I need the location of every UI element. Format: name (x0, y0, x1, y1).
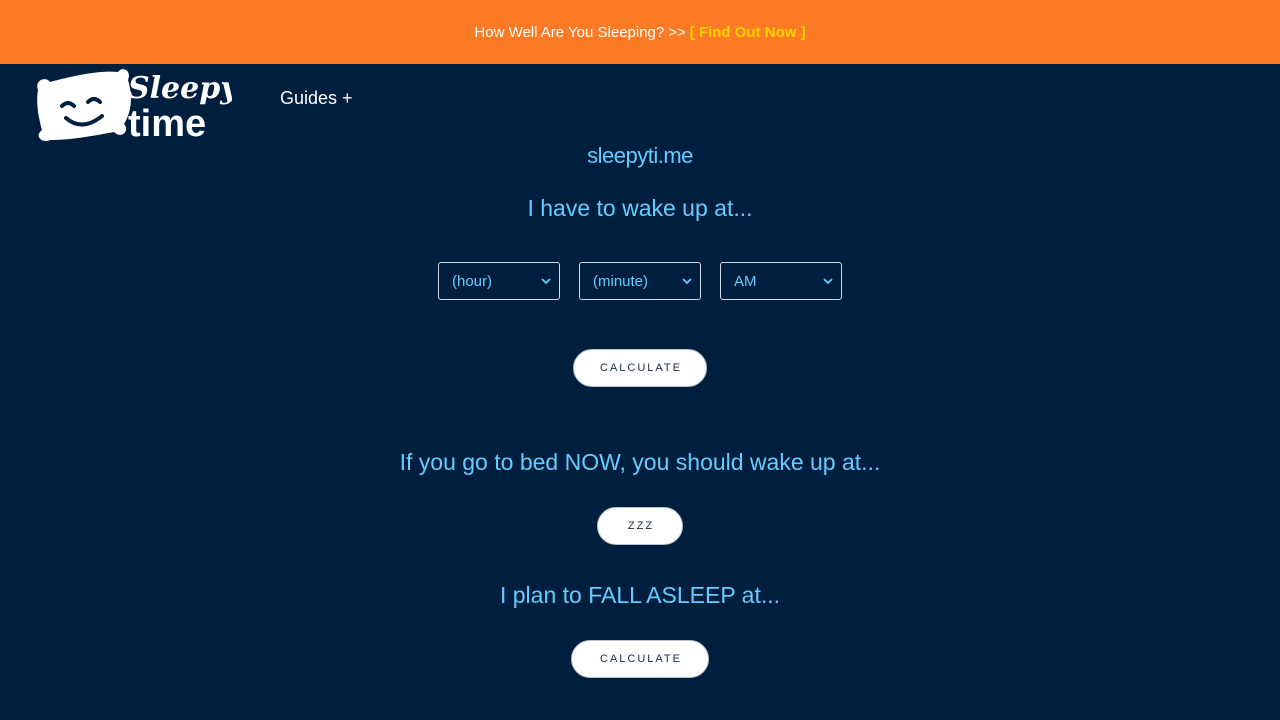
ampm-select-value: AM (734, 272, 757, 290)
calculate-asleep-button[interactable]: CALCULATE (571, 640, 709, 678)
logo-line2: time (128, 103, 206, 142)
pillow-icon (37, 69, 131, 142)
wake-up-heading: I have to wake up at... (527, 195, 753, 221)
site-header: Sleepy time Guides + (0, 64, 1280, 144)
chevron-down-icon (682, 278, 692, 285)
bed-now-heading: If you go to bed NOW, you should wake up… (399, 449, 881, 475)
chevron-down-icon (823, 278, 833, 285)
wake-time-selects: (hour) (minute) AM (438, 262, 842, 300)
banner-separator: >> (668, 23, 686, 41)
promo-banner: How Well Are You Sleeping? >> [ Find Out… (0, 0, 1280, 64)
minute-select-value: (minute) (593, 272, 649, 290)
ampm-select[interactable]: AM (720, 262, 842, 300)
sleepy-time-logo[interactable]: Sleepy time (32, 66, 232, 142)
hour-select[interactable]: (hour) (438, 262, 560, 300)
minute-select[interactable]: (minute) (579, 262, 701, 300)
fall-asleep-heading: I plan to FALL ASLEEP at... (499, 582, 781, 608)
calculate-wake-button[interactable]: CALCULATE (573, 349, 707, 387)
find-out-now-link[interactable]: [ Find Out Now ] (690, 24, 806, 41)
logo-line1: Sleepy (128, 71, 232, 106)
hour-select-value: (hour) (452, 272, 493, 290)
zzz-button[interactable]: ZZZ (597, 507, 683, 545)
nav-guides-menu[interactable]: Guides + (280, 88, 353, 109)
chevron-down-icon (541, 278, 551, 285)
banner-question: How Well Are You Sleeping? (474, 23, 665, 41)
site-name: sleepyti.me (587, 143, 693, 168)
